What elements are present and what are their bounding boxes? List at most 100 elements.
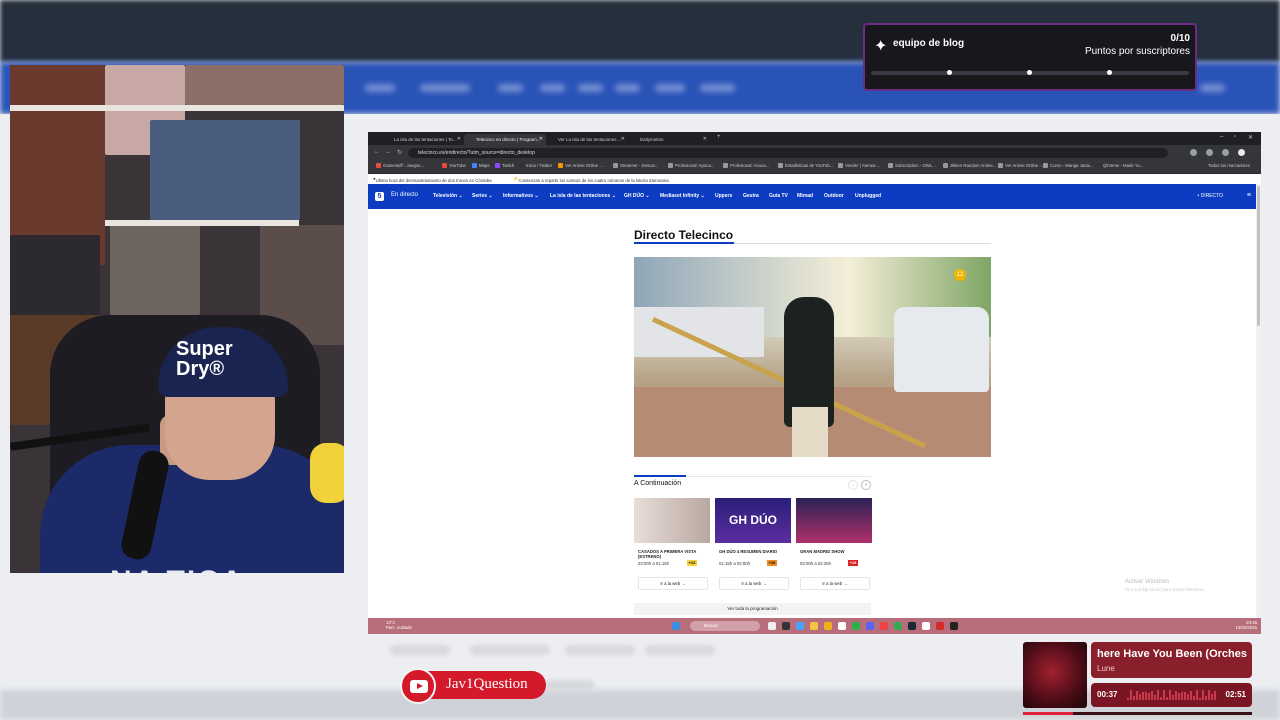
close-icon[interactable]: ✕ (457, 134, 461, 145)
waveform-bar (1211, 694, 1213, 700)
app-icon[interactable] (824, 622, 832, 630)
waveform-bar (1193, 695, 1195, 700)
menu-icon[interactable]: ≡ (1247, 192, 1251, 199)
profile-avatar[interactable] (1238, 149, 1245, 156)
background-ghost (565, 645, 635, 655)
youtube-logo-circle (400, 668, 436, 704)
playback-bar: 00:37 02:51 (1091, 683, 1252, 707)
nav-item[interactable]: Series ⌄ (472, 193, 493, 199)
next-arrow-icon[interactable]: › (861, 480, 871, 490)
bookmark[interactable]: Twitch (495, 163, 514, 169)
taskbar-search[interactable]: Buscar (690, 621, 760, 631)
ticker-item[interactable]: ⚡ Comienzan a repartir los sorteos de lo… (513, 176, 669, 183)
nav-item[interactable]: GH DÚO ⌄ (624, 193, 650, 199)
app-icon[interactable] (782, 622, 790, 630)
app-icon[interactable] (796, 622, 804, 630)
reload-icon[interactable]: ↻ (397, 149, 402, 156)
program-card[interactable]: GH DÚO GH DÚO 4 RESUMEN DIARIO 01:15h a … (715, 498, 791, 592)
nav-item[interactable]: Mtmad (797, 193, 813, 199)
taskview-icon[interactable] (768, 622, 776, 630)
live-label[interactable]: En directo (391, 192, 418, 198)
bookmark[interactable]: Inicio / Twitter (519, 163, 552, 169)
bookmark[interactable]: Ver Anime Online ... (558, 163, 603, 169)
steam-icon[interactable] (908, 622, 916, 630)
app-icon[interactable] (838, 622, 846, 630)
scrollbar-thumb[interactable] (1257, 186, 1260, 326)
back-icon[interactable]: ← (374, 149, 380, 155)
new-tab-icon[interactable]: + (717, 134, 721, 140)
nav-item[interactable]: Mediaset Infinity ⌄ (660, 193, 705, 199)
taskbar-clock[interactable]: 23:46 13/02/2026 (1235, 620, 1257, 630)
bookmark[interactable]: Maps (472, 163, 490, 169)
bookmark[interactable]: Profesional: Apoca... (668, 163, 714, 169)
program-card[interactable]: GRAN MADRID SHOW 02:00h a 02:25h +18 Ir … (796, 498, 872, 592)
ticker-item[interactable]: ● Ultima hora del desmantelamiento de do… (373, 176, 492, 183)
folder-icon[interactable] (810, 622, 818, 630)
minimize-icon[interactable]: – (1220, 134, 1223, 140)
browser-tab-active[interactable]: Telecinco en directo | Program... ✕ (464, 134, 546, 145)
waveform-bar (1130, 690, 1132, 700)
bookmark[interactable]: Gamestuff - Juegos... (376, 163, 424, 169)
track-info: here Have You Been (Orches Lune (1091, 642, 1252, 678)
bookmark[interactable]: Streamer - Descar... (613, 163, 658, 169)
nav-item[interactable]: Gestra (743, 193, 759, 199)
waveform-bar (1136, 690, 1138, 700)
bookmark[interactable]: YouTube (442, 163, 466, 169)
maximize-icon[interactable]: ▫ (1234, 134, 1236, 140)
close-icon[interactable]: ✕ (621, 134, 625, 145)
nav-item[interactable]: Unplugged (855, 193, 881, 199)
url-field[interactable]: telecinco.es/endirecto/?utm_source=direc… (408, 148, 1168, 158)
close-icon[interactable]: ✕ (539, 134, 543, 145)
chrome-icon[interactable] (894, 622, 902, 630)
program-card[interactable]: CASADOS A PRIMERA VISTA (ESTRENO) 23:00h… (634, 498, 710, 592)
nav-item[interactable]: La isla de las tentaciones ⌄ (550, 193, 616, 199)
start-icon[interactable] (672, 622, 680, 630)
forward-icon[interactable]: → (385, 149, 391, 155)
nav-item[interactable]: Uppers (715, 193, 732, 199)
go-to-web-button[interactable]: Ir a la web → (638, 577, 708, 590)
window-close-icon[interactable]: ✕ (1248, 134, 1253, 141)
waveform-bar (1157, 690, 1159, 700)
poster (150, 120, 300, 220)
app-icon[interactable] (936, 622, 944, 630)
browser-tab[interactable]: La isla de las tentaciones | Te... ✕ (382, 134, 464, 145)
weather-widget[interactable]: 13°C Parc. nublado (386, 620, 412, 630)
extension-icon[interactable] (1206, 149, 1213, 156)
spotify-icon[interactable] (852, 622, 860, 630)
app-icon[interactable] (880, 622, 888, 630)
extension-icon[interactable] (1222, 149, 1229, 156)
browser-tab[interactable]: Dailymotion ✕ (628, 134, 710, 145)
browser-tab[interactable]: Ver La isla de las tentaciones ... ✕ (546, 134, 628, 145)
bookmark[interactable]: QiiVerse - Made Yo... (1096, 163, 1143, 169)
app-icon[interactable] (950, 622, 958, 630)
nav-item[interactable]: Informativos ⌄ (503, 193, 539, 199)
youtube-channel-badge: Jav1Question (400, 668, 548, 704)
nav-item[interactable]: Outdoor (824, 193, 844, 199)
prev-arrow-icon[interactable]: ‹ (848, 480, 858, 490)
bookmark[interactable]: Ver Anime Online -... (998, 163, 1044, 169)
background-ghost (645, 645, 715, 655)
discord-icon[interactable] (866, 622, 874, 630)
waveform-bar (1169, 690, 1171, 700)
directo-link[interactable]: • DIRECTO (1197, 193, 1223, 199)
go-to-web-button[interactable]: Ir a la web → (719, 577, 789, 590)
telecinco-logo[interactable]: 5 (375, 192, 384, 201)
all-bookmarks[interactable]: Todos los marcadores (1208, 163, 1250, 168)
app-icon[interactable] (922, 622, 930, 630)
live-video-player[interactable]: 12 (634, 257, 991, 457)
nav-item[interactable]: Guía TV (769, 193, 788, 199)
schedule-link[interactable]: Ver toda la programación (634, 603, 871, 615)
tab-label: La isla de las tentaciones | Te... (394, 137, 457, 142)
nav-item[interactable]: Televisión ⌄ (433, 193, 463, 199)
go-to-web-button[interactable]: Ir a la web → (800, 577, 870, 590)
bookmark[interactable]: Profesional: Asoca... (723, 163, 769, 169)
bookmark[interactable]: Subscription - OWL... (888, 163, 936, 169)
page-scrollbar[interactable] (1256, 184, 1261, 618)
extension-icon[interactable] (1190, 149, 1197, 156)
bookmark-label: Maps (479, 163, 490, 168)
bookmark[interactable]: Curso - Manga Janai... (1043, 163, 1093, 169)
bookmark[interactable]: Jikken Random Anime... (943, 163, 996, 169)
close-icon[interactable]: ✕ (703, 134, 707, 145)
bookmark[interactable]: Estadísticas de YouTub... (778, 163, 833, 169)
bookmark[interactable]: Vender | Atenea ... (838, 163, 880, 169)
